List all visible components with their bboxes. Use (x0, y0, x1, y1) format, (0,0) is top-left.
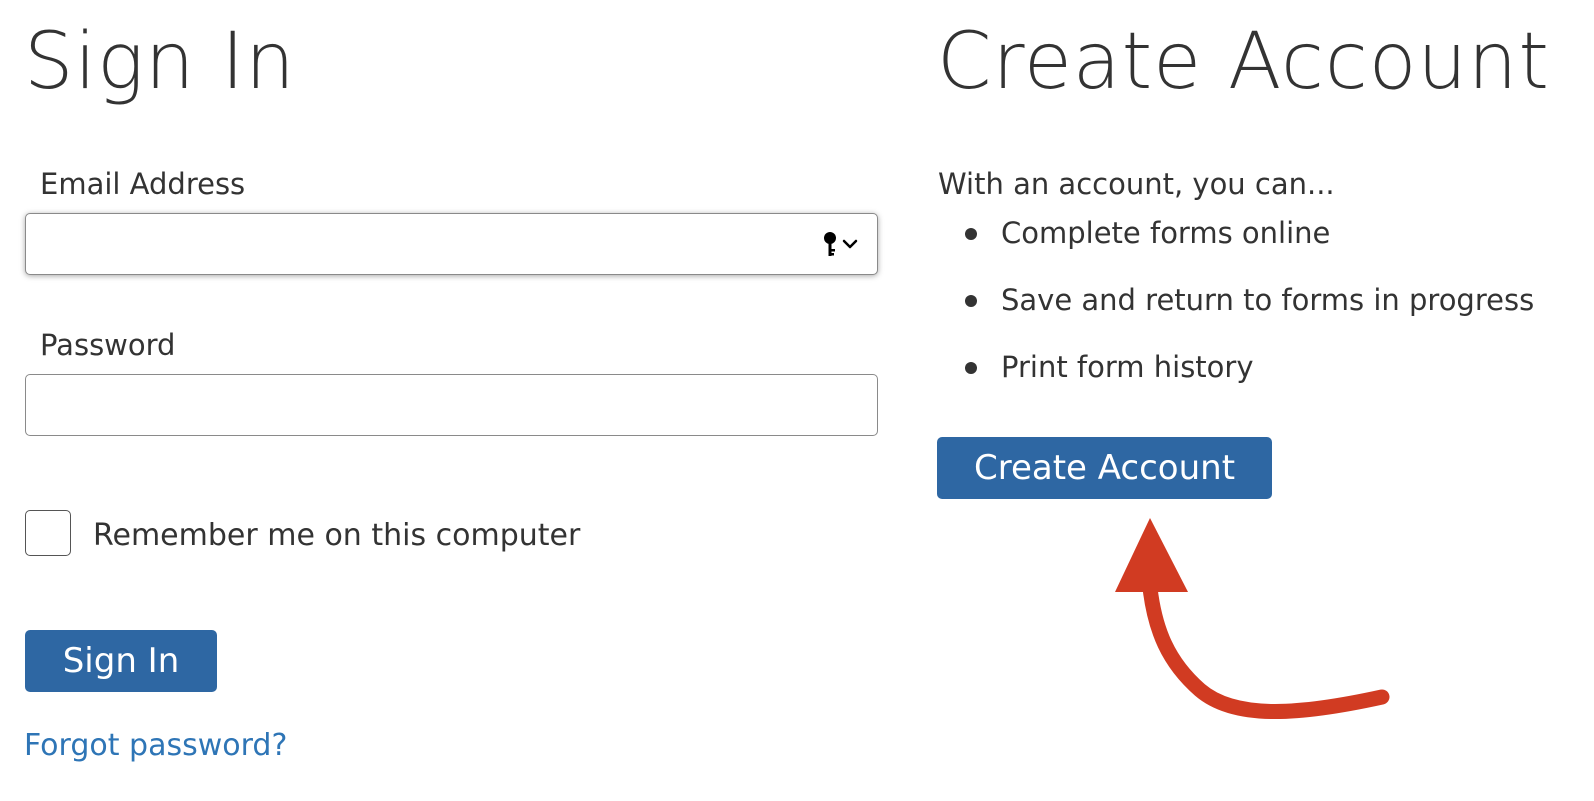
sign-in-heading: Sign In (24, 17, 296, 107)
benefit-text: Save and return to forms in progress (1001, 283, 1535, 317)
key-dropdown-icon[interactable] (822, 230, 862, 258)
forgot-password-link[interactable]: Forgot password? (24, 731, 287, 761)
login-page: Sign In Email Address Password Remember … (0, 0, 1594, 801)
curved-arrow-icon (1115, 518, 1390, 719)
bullet-icon (965, 362, 977, 374)
list-item: Print form history (938, 342, 1534, 409)
list-item: Complete forms online (938, 208, 1534, 275)
benefits-list: Complete forms online Save and return to… (938, 208, 1534, 409)
create-account-heading: Create Account (937, 17, 1550, 107)
bullet-icon (965, 295, 977, 307)
password-field[interactable] (25, 374, 878, 436)
bullet-icon (965, 228, 977, 240)
email-field[interactable] (25, 213, 878, 275)
benefit-text: Complete forms online (1001, 216, 1331, 250)
remember-me-checkbox[interactable] (25, 510, 71, 556)
sign-in-button[interactable]: Sign In (25, 630, 217, 692)
password-label: Password (40, 328, 176, 362)
benefits-intro: With an account, you can... (938, 167, 1335, 201)
list-item: Save and return to forms in progress (938, 275, 1534, 342)
benefit-text: Print form history (1001, 350, 1254, 384)
email-label: Email Address (40, 167, 246, 201)
create-account-button[interactable]: Create Account (937, 437, 1272, 499)
remember-me-label[interactable]: Remember me on this computer (93, 521, 580, 551)
